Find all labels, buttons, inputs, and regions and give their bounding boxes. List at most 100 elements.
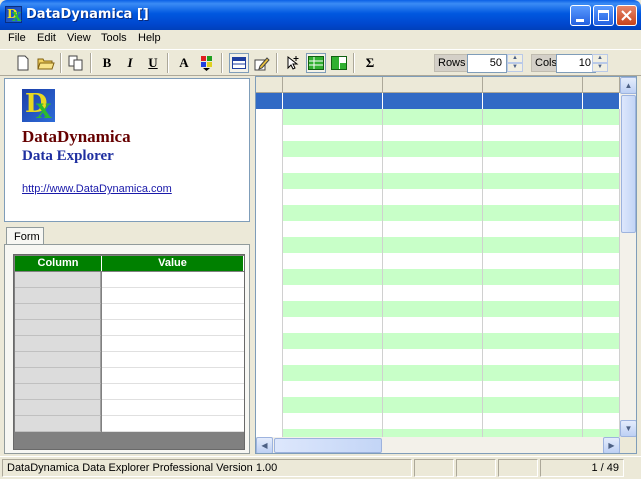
grid-cell[interactable] (383, 157, 483, 173)
grid-row[interactable] (256, 365, 620, 381)
grid-cell[interactable] (283, 285, 383, 301)
title-bar[interactable]: DX DataDynamica [] (0, 0, 641, 30)
grid-row-header[interactable] (256, 173, 283, 189)
chevron-down-icon[interactable]: ▼ (507, 63, 523, 72)
grid-row-header[interactable] (256, 397, 283, 413)
scroll-down-icon[interactable]: ▼ (620, 420, 636, 437)
grid-cell[interactable] (583, 349, 620, 365)
minimize-button[interactable] (570, 5, 591, 26)
grid-cell[interactable] (383, 109, 483, 125)
grid-cell[interactable] (283, 173, 383, 189)
grid-cell[interactable] (483, 413, 583, 429)
grid-cell[interactable] (483, 237, 583, 253)
grid-cell[interactable] (483, 285, 583, 301)
grid-cell[interactable] (483, 173, 583, 189)
grid-cell[interactable] (483, 301, 583, 317)
grid-cell[interactable] (483, 365, 583, 381)
grid-cell[interactable] (483, 269, 583, 285)
grid-cell[interactable] (583, 397, 620, 413)
grid-cell[interactable] (383, 125, 483, 141)
grid-cell[interactable] (383, 365, 483, 381)
vertical-scrollbar[interactable]: ▲ ▼ (620, 77, 636, 437)
grid-row-header[interactable] (256, 301, 283, 317)
grid-cell[interactable] (283, 365, 383, 381)
grid-cell[interactable] (583, 237, 620, 253)
grid-cell[interactable] (483, 157, 583, 173)
form-row[interactable] (15, 384, 244, 400)
grid-cell[interactable] (383, 173, 483, 189)
grid-cell[interactable] (583, 317, 620, 333)
grid-cell[interactable] (583, 285, 620, 301)
grid-cell[interactable] (383, 301, 483, 317)
grid-cell[interactable] (583, 221, 620, 237)
grid-column-header[interactable] (583, 77, 620, 93)
form-row-value[interactable] (102, 384, 244, 400)
grid-cell[interactable] (283, 301, 383, 317)
grid-cell[interactable] (283, 253, 383, 269)
grid-view-button[interactable] (229, 53, 249, 73)
cols-stepper[interactable]: ▲ ▼ (592, 54, 608, 73)
grid-cell[interactable] (483, 189, 583, 205)
cols-input[interactable]: 10 (556, 54, 596, 73)
grid-cell[interactable] (383, 333, 483, 349)
italic-button[interactable]: I (120, 53, 140, 73)
grid-cell[interactable] (283, 221, 383, 237)
grid-cell[interactable] (483, 125, 583, 141)
value-header[interactable]: Value (102, 256, 244, 271)
horizontal-scrollbar[interactable]: ◀ ▶ (256, 437, 620, 453)
grid-cell[interactable] (383, 93, 483, 109)
form-row[interactable] (15, 336, 244, 352)
chevron-up-icon[interactable]: ▲ (507, 54, 523, 63)
grid-row-header[interactable] (256, 317, 283, 333)
vertical-scroll-thumb[interactable] (621, 95, 636, 233)
new-button[interactable] (13, 53, 33, 73)
grid-row-header[interactable] (256, 285, 283, 301)
scroll-left-icon[interactable]: ◀ (256, 437, 273, 453)
grid-row-header[interactable] (256, 349, 283, 365)
color-button[interactable] (197, 53, 217, 73)
grid-cell[interactable] (583, 253, 620, 269)
font-button[interactable]: A (174, 53, 194, 73)
form-row-value[interactable] (102, 400, 244, 416)
form-row-value[interactable] (102, 288, 244, 304)
grid-cell[interactable] (483, 141, 583, 157)
grid-cell[interactable] (583, 141, 620, 157)
grid-cell[interactable] (283, 109, 383, 125)
grid-cell[interactable] (483, 93, 583, 109)
form-row-value[interactable] (102, 320, 244, 336)
grid-cell[interactable] (583, 125, 620, 141)
grid-row[interactable] (256, 349, 620, 365)
website-link[interactable]: http://www.DataDynamica.com (22, 183, 172, 195)
grid-cell[interactable] (383, 349, 483, 365)
form-row-value[interactable] (102, 304, 244, 320)
grid-cell[interactable] (583, 173, 620, 189)
sum-button[interactable]: Σ (360, 53, 380, 73)
grid-cell[interactable] (383, 285, 483, 301)
grid-cell[interactable] (583, 413, 620, 429)
grid-cell[interactable] (383, 381, 483, 397)
edit-form-button[interactable] (252, 53, 272, 73)
grid-row[interactable] (256, 253, 620, 269)
grid-column-header[interactable] (283, 77, 383, 93)
tab-form[interactable]: Form (6, 227, 44, 245)
form-row-value[interactable] (102, 352, 244, 368)
grid-cell[interactable] (483, 381, 583, 397)
grid-row-header[interactable] (256, 253, 283, 269)
grid-row[interactable] (256, 93, 620, 109)
select-button[interactable] (283, 53, 303, 73)
grid-row[interactable] (256, 221, 620, 237)
rows-stepper[interactable]: ▲ ▼ (507, 54, 523, 73)
grid-cell[interactable] (283, 333, 383, 349)
grid-cell[interactable] (583, 301, 620, 317)
grid-row[interactable] (256, 333, 620, 349)
grid-cell[interactable] (483, 333, 583, 349)
grid-cell[interactable] (283, 125, 383, 141)
menu-help[interactable]: Help (138, 32, 161, 44)
grid-cell[interactable] (383, 205, 483, 221)
grid-row-header[interactable] (256, 269, 283, 285)
grid-row-header[interactable] (256, 109, 283, 125)
grid-row[interactable] (256, 157, 620, 173)
open-button[interactable] (36, 53, 56, 73)
grid-row[interactable] (256, 317, 620, 333)
form-row-value[interactable] (102, 416, 244, 432)
